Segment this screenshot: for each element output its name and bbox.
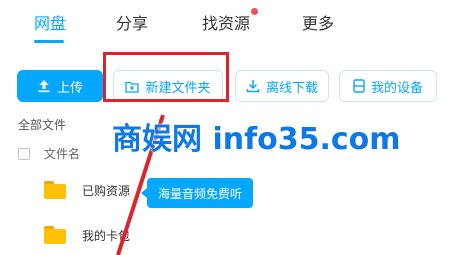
folder-icon	[44, 181, 66, 199]
tab-more[interactable]: 更多	[302, 10, 334, 34]
highlight-annotation-box	[103, 52, 229, 102]
upload-button[interactable]: 上传	[17, 70, 103, 102]
breadcrumb[interactable]: 全部文件	[18, 116, 66, 133]
top-tab-bar: 网盘 分享 找资源 更多	[0, 0, 469, 45]
toolbar: 上传 新建文件夹 离线下载 我的设备	[0, 44, 469, 116]
device-icon	[353, 79, 365, 93]
offline-download-button-label: 离线下载	[265, 80, 318, 96]
list-item-name: 已购资源	[82, 183, 131, 198]
file-list-header: 文件名	[18, 145, 80, 162]
tab-share[interactable]: 分享	[116, 10, 148, 34]
my-devices-button-label: 我的设备	[370, 80, 423, 96]
active-tab-indicator	[34, 40, 64, 43]
column-header-filename[interactable]: 文件名	[44, 145, 80, 162]
list-item[interactable]: 我的卡包	[44, 226, 130, 244]
watermark-text: 商娱网 info35.com	[112, 122, 401, 157]
notification-dot	[251, 8, 259, 15]
list-item-name: 我的卡包	[82, 228, 131, 243]
offline-download-button[interactable]: 离线下载	[235, 70, 329, 102]
promo-tooltip[interactable]: 海量音频免费听	[141, 178, 253, 208]
tab-find-resources-label: 找资源	[202, 14, 251, 33]
select-all-checkbox[interactable]	[18, 147, 30, 160]
list-item[interactable]: 已购资源	[44, 181, 130, 199]
upload-icon	[38, 80, 50, 93]
folder-icon	[44, 226, 66, 244]
upload-button-label: 上传	[56, 80, 83, 96]
download-icon	[246, 80, 260, 93]
tab-find-resources[interactable]: 找资源	[202, 8, 259, 34]
tab-netdisk[interactable]: 网盘	[34, 10, 66, 34]
my-devices-button[interactable]: 我的设备	[339, 70, 437, 102]
